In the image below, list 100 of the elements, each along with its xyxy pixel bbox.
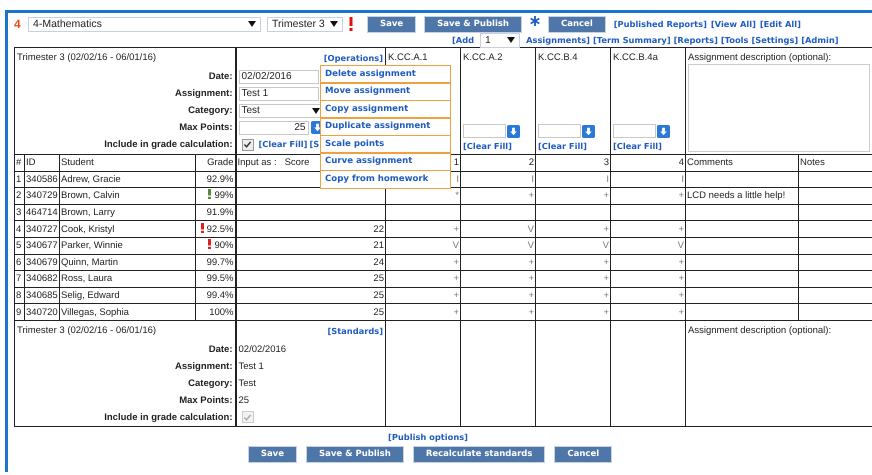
menu-item[interactable]: Duplicate assignment <box>320 117 451 136</box>
fill-down-icon[interactable] <box>507 124 520 138</box>
score-value[interactable]: 25 <box>373 306 384 318</box>
input-field[interactable] <box>613 124 656 138</box>
nav-link[interactable]: [Settings] <box>751 35 798 45</box>
standard-mark[interactable]: + <box>678 190 684 202</box>
table-cell: 464714 <box>24 204 60 221</box>
standard-mark[interactable]: + <box>603 306 609 318</box>
standard-mark[interactable]: + <box>603 190 609 202</box>
toolbar-button[interactable]: Cancel <box>548 16 606 32</box>
standard-mark[interactable]: + <box>453 256 459 268</box>
field-value: 25 <box>238 394 250 407</box>
standard-mark[interactable]: + <box>603 290 609 302</box>
grade-value: 92.5% <box>206 224 234 235</box>
score-value[interactable]: 25 <box>373 290 384 302</box>
standard-mark[interactable]: + <box>678 224 684 235</box>
standard-mark[interactable]: + <box>528 273 534 284</box>
standard-mark[interactable]: + <box>678 306 684 318</box>
description-field[interactable] <box>688 64 870 152</box>
standard-mark[interactable]: + <box>453 273 459 284</box>
footer-button[interactable]: Save & Publish <box>306 446 404 463</box>
standard-mark[interactable]: V <box>452 240 459 252</box>
standard-mark[interactable]: + <box>603 273 609 284</box>
publish-options-link[interactable]: [Publish options] <box>388 432 468 442</box>
footer-button[interactable]: Save <box>248 446 297 463</box>
field-label: Max Points: <box>178 121 232 135</box>
footer-button[interactable]: Cancel <box>554 446 612 463</box>
table-cell: 340729 <box>24 188 60 204</box>
field-label: Max Points: <box>178 394 232 408</box>
column-header: ID <box>24 154 60 172</box>
standard-mark[interactable]: + <box>528 190 534 202</box>
standard-mark[interactable]: V <box>528 240 534 252</box>
nav-link[interactable]: [Tools <box>720 35 748 45</box>
standard-mark[interactable]: * <box>455 190 459 202</box>
standard-mark[interactable]: V <box>678 240 684 252</box>
standard-mark[interactable]: + <box>603 224 609 235</box>
fill-down-icon[interactable] <box>657 124 670 138</box>
standard-mark[interactable]: V <box>528 224 534 235</box>
standard-mark[interactable]: + <box>678 256 684 268</box>
table-cell: 340685 <box>24 287 60 304</box>
count-select[interactable]: 1 <box>480 32 520 48</box>
table-cell: 340677 <box>24 237 60 254</box>
standard-mark[interactable]: + <box>453 224 459 235</box>
standards-link[interactable]: [Standards] <box>327 324 383 341</box>
input-field[interactable]: 02/02/2016 <box>238 70 318 84</box>
standard-mark[interactable]: + <box>678 290 684 302</box>
category-select[interactable]: Test <box>238 104 322 118</box>
description-label: Assignment description (optional): <box>688 51 832 63</box>
term-select[interactable]: Trimester 3 <box>267 16 343 32</box>
assignments-link[interactable]: Assignments] <box>526 35 590 45</box>
toolbar-button[interactable]: Save & Publish <box>424 16 522 32</box>
grade-value: 100% <box>209 306 234 318</box>
score-value[interactable]: 24 <box>373 256 384 268</box>
standard-mark[interactable]: + <box>603 256 609 268</box>
input-field[interactable] <box>538 124 581 138</box>
toolbar-button[interactable]: Save <box>367 16 416 32</box>
clear-fill-link[interactable]: [Clear Fill] <box>258 138 308 151</box>
menu-item[interactable]: Copy from homework <box>320 170 451 188</box>
score-value[interactable]: 21 <box>373 240 384 252</box>
menu-item[interactable]: Copy assignment <box>320 100 451 118</box>
input-field[interactable]: 25 <box>238 120 308 134</box>
menu-item[interactable]: Scale points <box>320 134 451 154</box>
menu-item[interactable]: Curve assignment <box>320 152 451 171</box>
column-header: Student <box>60 154 196 172</box>
standard-mark[interactable]: + <box>528 290 534 302</box>
clear-fill-link[interactable]: [Clear Fill] <box>613 140 683 153</box>
standard-mark[interactable]: I <box>606 174 609 185</box>
table-cell: 340679 <box>24 254 60 271</box>
toolbar-link[interactable]: [Edit All] <box>760 19 801 29</box>
standard-mark[interactable]: I <box>681 174 684 185</box>
nav-link[interactable]: [Admin] <box>801 35 839 45</box>
standard-mark[interactable]: + <box>678 273 684 284</box>
class-select[interactable]: 4-Mathematics <box>28 16 261 32</box>
standard-mark[interactable]: + <box>453 290 459 302</box>
score-value[interactable]: 22 <box>373 224 384 235</box>
standard-mark[interactable]: I <box>456 174 459 185</box>
fill-down-icon[interactable] <box>582 124 595 138</box>
standard-mark[interactable]: I <box>531 174 534 185</box>
clear-fill-link[interactable]: [Clear Fill] <box>538 140 608 153</box>
input-field[interactable] <box>463 124 506 138</box>
score-value[interactable]: 25 <box>373 273 384 284</box>
input-field[interactable]: Test 1 <box>238 86 318 100</box>
menu-item[interactable]: Delete assignment <box>320 64 451 84</box>
toolbar-link[interactable]: [View All] <box>710 19 756 29</box>
standard-mark[interactable]: + <box>528 306 534 318</box>
standard-mark[interactable]: + <box>453 306 459 318</box>
standard-mark[interactable]: + <box>528 256 534 268</box>
toolbar-link[interactable]: [Published Reports] <box>614 19 707 29</box>
checkbox[interactable] <box>242 138 254 150</box>
standard-mark[interactable]: V <box>602 240 609 252</box>
nav-link[interactable]: [Reports] <box>674 35 718 45</box>
footer-button[interactable]: Recalculate standards <box>412 446 546 463</box>
standards-link[interactable]: [S <box>309 138 320 151</box>
add-link[interactable]: [Add <box>452 35 474 45</box>
table-cell: Brown, Larry <box>60 204 196 221</box>
asterisk-icon <box>530 16 540 26</box>
nav-link[interactable]: [Term Summary] <box>592 35 671 45</box>
input-as-label: Input as : <box>238 157 277 168</box>
clear-fill-link[interactable]: [Clear Fill] <box>463 140 533 153</box>
menu-item[interactable]: Move assignment <box>320 82 451 101</box>
